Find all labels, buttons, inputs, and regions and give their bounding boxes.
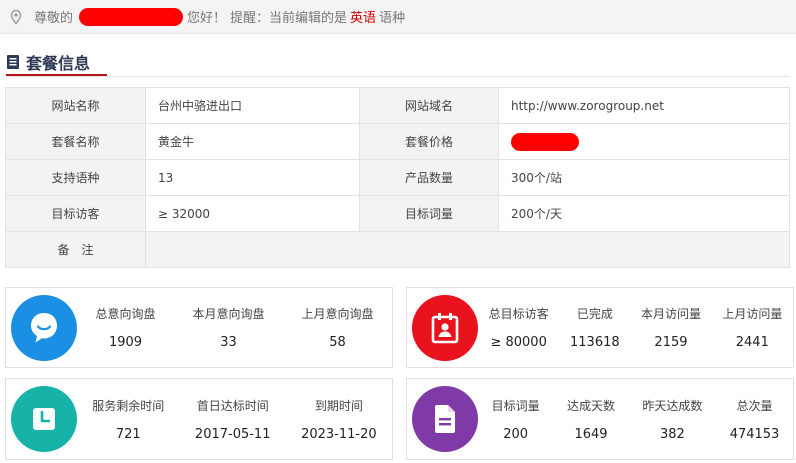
target-visitors-label: 目标访客 <box>5 195 146 232</box>
stat-value: 2159 <box>654 335 688 350</box>
stat-label: 总次量 <box>736 398 773 413</box>
section-title-underline <box>6 74 107 76</box>
file-icon <box>435 405 455 433</box>
stat-total-count: 总次量 474153 <box>730 397 780 442</box>
products-label: 产品数量 <box>359 159 499 196</box>
table-row: 支持语种 13 产品数量 300个/站 <box>5 159 790 196</box>
stat-label: 首日达标时间 <box>196 398 269 413</box>
stat-label: 本月访问量 <box>640 307 701 321</box>
chat-bubble-icon <box>31 312 57 342</box>
service-stats: 服务剩余时间 721 首日达标时间 2017-05-11 到期时间 2023-1… <box>77 397 392 442</box>
current-language[interactable]: 英语 <box>350 7 376 26</box>
stat-label: 上月访问量 <box>722 307 783 321</box>
stat-label: 目标词量 <box>491 398 540 413</box>
inquiry-icon-circle <box>11 294 77 361</box>
map-pin-icon <box>10 9 22 25</box>
remark-value <box>145 231 790 268</box>
target-words-label: 目标词量 <box>359 195 499 232</box>
stat-value: 382 <box>659 426 685 442</box>
languages-label: 支持语种 <box>5 159 146 196</box>
table-row: 套餐名称 黄金牛 套餐价格 <box>5 123 790 160</box>
service-time-card: 服务剩余时间 721 首日达标时间 2017-05-11 到期时间 2023-1… <box>5 378 393 460</box>
reminder-prefix: 提醒：当前编辑的是 <box>230 11 348 26</box>
stat-value: 2023-11-20 <box>301 426 377 442</box>
visitor-stats-card: 总目标访客 ≥ 80000 已完成 113618 本月访问量 2159 上月访问… <box>406 287 794 368</box>
languages-value: 13 <box>145 159 360 196</box>
service-icon-circle <box>11 386 77 452</box>
products-value: 300个/站 <box>498 159 790 196</box>
document-icon <box>7 55 19 69</box>
stat-month-visits: 本月访问量 2159 <box>641 305 701 350</box>
stat-days-achieved: 达成天数 1649 <box>567 397 615 442</box>
stat-value: 2017-05-11 <box>194 426 271 442</box>
stat-label: 上月意向询盘 <box>301 307 374 321</box>
price-label: 套餐价格 <box>359 123 499 160</box>
target-visitors-value: ≥ 32000 <box>145 195 360 232</box>
redacted-price <box>511 132 579 151</box>
stat-value: ≥ 80000 <box>490 335 547 350</box>
calendar-user-icon <box>431 312 459 343</box>
stat-value: 113618 <box>570 335 620 350</box>
target-words-value: 200个/天 <box>498 195 790 232</box>
stat-month-inquiries: 本月意向询盘 33 <box>192 305 264 350</box>
table-row: 网站名称 台州中骆进出口 网站域名 http://www.zorogroup.n… <box>5 87 790 124</box>
stat-label: 本月意向询盘 <box>192 307 265 321</box>
table-row: 目标访客 ≥ 32000 目标词量 200个/天 <box>5 195 790 232</box>
domain-label: 网站域名 <box>359 87 499 124</box>
stat-value: 1909 <box>108 335 143 350</box>
stat-completed: 已完成 113618 <box>570 305 620 350</box>
reminder-suffix: 语种 <box>379 11 406 26</box>
package-info-table: 网站名称 台州中骆进出口 网站域名 http://www.zorogroup.n… <box>5 87 790 268</box>
domain-value: http://www.zorogroup.net <box>498 87 790 124</box>
redacted-username <box>79 7 184 26</box>
package-name-label: 套餐名称 <box>5 123 146 160</box>
stat-label: 服务剩余时间 <box>92 398 165 413</box>
inquiry-stats: 总意向询盘 1909 本月意向询盘 33 上月意向询盘 58 <box>77 305 392 350</box>
stat-value: 474153 <box>729 426 780 442</box>
stat-value: 58 <box>329 335 346 350</box>
stat-value: 200 <box>503 426 529 442</box>
remark-label: 备 注 <box>5 231 146 268</box>
price-value <box>498 123 790 160</box>
stat-last-month-visits: 上月访问量 2441 <box>722 305 782 350</box>
stat-target-words: 目标词量 200 <box>492 397 540 442</box>
stat-first-day: 首日达标时间 2017-05-11 <box>195 397 271 442</box>
stat-value: 721 <box>115 426 141 442</box>
stat-label: 总意向询盘 <box>95 307 156 321</box>
section-title-text: 套餐信息 <box>26 54 91 73</box>
site-name-label: 网站名称 <box>5 87 146 124</box>
package-name-value: 黄金牛 <box>145 123 360 160</box>
stat-expiry-date: 到期时间 2023-11-20 <box>301 397 377 442</box>
stat-last-month-inquiries: 上月意向询盘 58 <box>301 305 373 350</box>
stat-value: 1649 <box>574 426 608 442</box>
stat-total-inquiries: 总意向询盘 1909 <box>95 305 155 350</box>
stat-label: 总目标访客 <box>488 307 549 321</box>
visitor-icon-circle <box>412 294 478 361</box>
inquiry-stats-card: 总意向询盘 1909 本月意向询盘 33 上月意向询盘 58 <box>5 287 393 368</box>
keyword-stats: 目标词量 200 达成天数 1649 昨天达成数 382 总次量 474153 <box>478 397 793 442</box>
stat-label: 达成天数 <box>567 398 616 413</box>
stat-label: 已完成 <box>576 307 613 321</box>
stat-label: 到期时间 <box>314 398 363 413</box>
top-greeting-bar: 尊敬的 您好！ 提醒：当前编辑的是 英语 语种 <box>0 0 796 34</box>
greeting-prefix: 尊敬的 <box>34 11 74 26</box>
stat-service-remaining: 服务剩余时间 721 <box>92 397 164 442</box>
stat-value: 33 <box>220 335 237 350</box>
site-name-value: 台州中骆进出口 <box>145 87 360 124</box>
section-divider <box>6 76 790 77</box>
keyword-icon-circle <box>412 386 478 452</box>
stat-label: 昨天达成数 <box>642 398 703 413</box>
visitor-stats: 总目标访客 ≥ 80000 已完成 113618 本月访问量 2159 上月访问… <box>478 305 793 350</box>
stat-yesterday-achieved: 昨天达成数 382 <box>642 397 702 442</box>
greeting-suffix: 您好！ <box>187 11 227 26</box>
section-title: 套餐信息 <box>6 48 90 76</box>
stat-value: 2441 <box>735 335 769 350</box>
clock-icon <box>33 408 55 430</box>
stat-total-target-visitors: 总目标访客 ≥ 80000 <box>489 305 549 350</box>
table-row: 备 注 <box>5 231 790 268</box>
keyword-stats-card: 目标词量 200 达成天数 1649 昨天达成数 382 总次量 474153 <box>406 378 794 460</box>
